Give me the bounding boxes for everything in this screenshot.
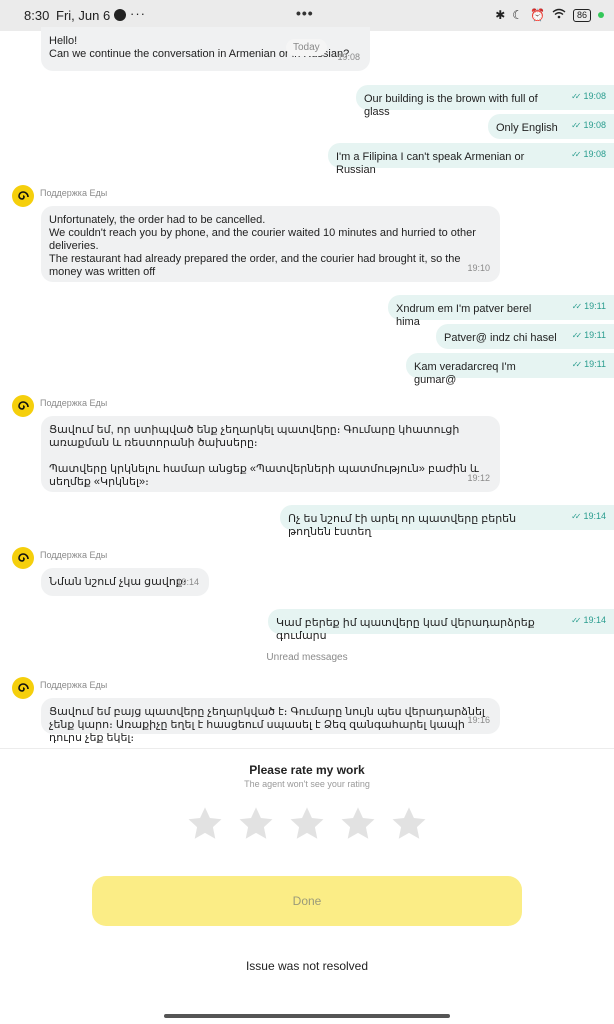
privacy-dot-icon — [598, 12, 604, 18]
status-date: Fri, Jun 6 — [56, 8, 111, 23]
sender-name: Поддержка Еды — [40, 398, 108, 408]
message-text: I'm a Filipina I can't speak Armenian or… — [336, 151, 525, 176]
spiral-logo-icon — [18, 191, 29, 200]
messenger-icon — [114, 9, 126, 21]
sender-name: Поддержка Еды — [40, 550, 108, 560]
window-menu-dots[interactable]: ••• — [296, 5, 314, 21]
message-time: 19:11 — [572, 300, 606, 313]
message-time: 19:10 — [467, 263, 490, 273]
spiral-logo-icon — [18, 683, 29, 692]
message-time: 19:08 — [571, 119, 606, 132]
status-right: ✱ ☾ ⏰ 86 — [495, 7, 604, 23]
agent-avatar — [12, 547, 34, 569]
message-incoming: Ցավում եմ բայց պատվերը չեղարկված է։ Գում… — [41, 698, 500, 744]
message-time: 19:11 — [572, 329, 606, 342]
message-time: 19:12 — [467, 473, 490, 483]
message-incoming: Նման նշում չկա ցավոք։ 19:14 — [41, 568, 209, 596]
message-text: Ոչ ես նշում էի արել որ պատվերը բերեն թող… — [288, 513, 517, 538]
message-incoming: Unfortunately, the order had to be cance… — [41, 206, 500, 282]
message-text: Kam veradarcreq I'm gumar@ — [414, 361, 516, 386]
message-time: 19:14 — [176, 577, 199, 587]
star-3-icon[interactable] — [288, 805, 326, 843]
star-1-icon[interactable] — [186, 805, 224, 843]
rating-title: Please rate my work — [249, 763, 365, 777]
sender-name: Поддержка Еды — [40, 680, 108, 690]
message-text: Patver@ indz chi hasel — [444, 332, 557, 344]
agent-avatar — [12, 677, 34, 699]
chat-thread[interactable]: Hello! Can we continue the conversation … — [0, 27, 614, 747]
star-2-icon[interactable] — [237, 805, 275, 843]
done-button[interactable]: Done — [92, 876, 522, 926]
star-rating[interactable] — [186, 805, 428, 843]
alarm-icon: ⏰ — [530, 8, 545, 22]
message-outgoing: Kam veradarcreq I'm gumar@ 19:11 — [406, 353, 614, 386]
agent-avatar — [12, 395, 34, 417]
date-separator: Today — [286, 39, 327, 56]
message-outgoing: Կամ բերեք իմ պատվերը կամ վերադարձրեք գու… — [268, 609, 614, 642]
status-more: ··· — [130, 6, 146, 21]
spiral-logo-icon — [18, 553, 29, 562]
unread-separator: Unread messages — [266, 652, 348, 663]
rating-subtitle: The agent won't see your rating — [244, 779, 370, 789]
agent-avatar — [12, 185, 34, 207]
star-4-icon[interactable] — [339, 805, 377, 843]
bluetooth-icon: ✱ — [495, 8, 506, 22]
battery-icon: 86 — [572, 8, 591, 22]
message-outgoing: I'm a Filipina I can't speak Armenian or… — [328, 143, 614, 176]
divider — [0, 748, 614, 749]
home-indicator[interactable] — [164, 1014, 450, 1018]
message-time: 19:14 — [571, 614, 606, 627]
message-text: Ցավում եմ բայց պատվերը չեղարկված է։ Գում… — [49, 706, 485, 744]
sender-name: Поддержка Еды — [40, 188, 108, 198]
message-text: Ցավում եմ, որ ստիպված ենք չեղարկել պատվե… — [49, 424, 479, 488]
message-outgoing: Only English 19:08 — [488, 114, 614, 139]
message-text: Only English — [496, 122, 558, 134]
message-time: 19:14 — [571, 510, 606, 523]
message-outgoing: Our building is the brown with full of g… — [356, 85, 614, 118]
issue-not-resolved-link[interactable]: Issue was not resolved — [0, 959, 614, 973]
message-time: 19:16 — [467, 715, 490, 725]
moon-icon: ☾ — [512, 8, 524, 22]
message-time: 19:08 — [571, 148, 606, 161]
spiral-logo-icon — [18, 401, 29, 410]
message-text: Unfortunately, the order had to be cance… — [49, 214, 476, 278]
message-text: Կամ բերեք իմ պատվերը կամ վերադարձրեք գու… — [276, 617, 535, 642]
message-outgoing: Ոչ ես նշում էի արել որ պատվերը բերեն թող… — [280, 505, 614, 538]
message-incoming: Ցավում եմ, որ ստիպված ենք չեղարկել պատվե… — [41, 416, 500, 492]
status-time: 8:30 — [24, 8, 50, 23]
message-time: 19:08 — [571, 90, 606, 103]
wifi-icon — [552, 8, 566, 22]
star-5-icon[interactable] — [390, 805, 428, 843]
message-time: 19:08 — [337, 52, 360, 62]
message-outgoing: Xndrum em I'm patver berel hima 19:11 — [388, 295, 614, 328]
message-outgoing: Patver@ indz chi hasel 19:11 — [436, 324, 614, 349]
message-time: 19:11 — [572, 358, 606, 371]
